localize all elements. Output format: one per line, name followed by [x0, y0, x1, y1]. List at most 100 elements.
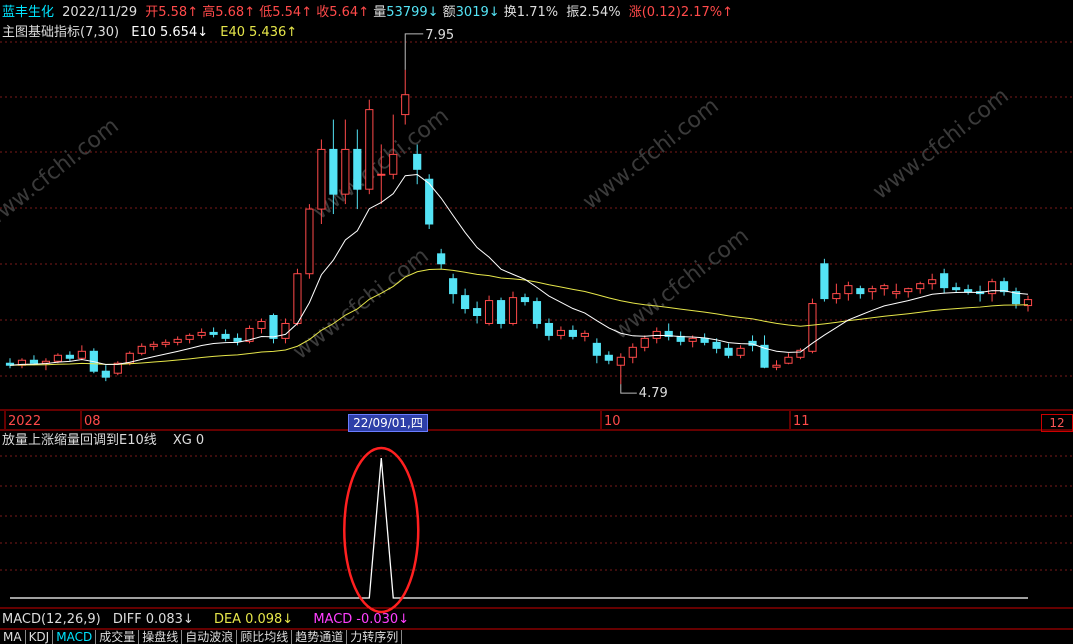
candle-body — [413, 153, 422, 170]
candle-body — [496, 300, 506, 324]
candle-body — [688, 337, 697, 342]
xg-signal-line — [10, 457, 1028, 599]
candle-body — [856, 288, 865, 295]
signal-highlight-circle — [343, 446, 420, 614]
tab-成交量[interactable]: 成交量 — [96, 630, 140, 644]
candle-body — [257, 320, 266, 329]
candle-body — [341, 148, 350, 195]
tab-力转序列[interactable]: 力转序列 — [347, 630, 403, 644]
candle-body — [580, 332, 589, 337]
candle-body — [544, 322, 554, 336]
candle-body — [53, 354, 62, 362]
candle-body — [952, 287, 961, 291]
candle-body — [940, 273, 949, 289]
main-chart[interactable]: www.cfchi.com www.cfchi.com www.cfchi.com w… — [0, 0, 1073, 644]
candle-body — [149, 343, 158, 347]
candle-body — [700, 337, 709, 343]
candle-body — [784, 356, 793, 364]
candle-body — [101, 370, 110, 378]
candle-body — [484, 300, 494, 324]
candle-body — [736, 347, 745, 356]
candle-body — [293, 273, 302, 324]
macd-readout: MACD -0.030↓ — [313, 612, 410, 627]
axis-label: 11 — [793, 414, 810, 429]
candle-body — [472, 308, 482, 317]
low-marker-label: 4.79 — [639, 386, 668, 401]
candle-body — [77, 350, 86, 359]
candle-body — [233, 337, 242, 342]
candle-body — [616, 356, 625, 366]
candle-body — [305, 208, 314, 275]
candle-body — [532, 301, 542, 324]
tab-顾比均线[interactable]: 顾比均线 — [237, 630, 293, 644]
candle-body — [281, 322, 290, 339]
candle-body — [568, 329, 577, 337]
price-markers: 7.95 4.79 — [404, 28, 668, 401]
candle-body — [724, 347, 733, 356]
axis-label: 10 — [604, 414, 621, 429]
candle-body — [796, 349, 805, 358]
watermark-text: www.cfchi.com — [608, 223, 753, 344]
candle-body — [449, 278, 458, 295]
candle-body — [65, 354, 74, 359]
candle-body — [892, 291, 901, 295]
candle-body — [365, 109, 374, 190]
tab-趋势通道[interactable]: 趋势通道 — [292, 630, 348, 644]
tab-ma[interactable]: MA — [0, 630, 26, 644]
watermark-text: www.cfchi.com — [868, 83, 1013, 204]
candle-body — [604, 354, 613, 361]
candle-body — [880, 285, 889, 290]
candle-body — [197, 331, 206, 336]
axis-right-badge: 12 — [1041, 414, 1073, 432]
watermark-text: www.cfchi.com — [578, 93, 723, 214]
tab-macd[interactable]: MACD — [53, 630, 97, 644]
candle-body — [916, 283, 925, 290]
candle-body — [592, 342, 601, 356]
xg-legend: 放量上涨缩量回调到E10线 XG 0 — [2, 432, 204, 450]
candle-body — [353, 148, 362, 190]
candle-body — [401, 94, 410, 116]
dea-readout: DEA 0.098↓ — [213, 612, 294, 627]
candle-body — [185, 334, 194, 340]
candle-body — [209, 331, 218, 335]
candle-body — [389, 153, 398, 175]
axis-label: 08 — [84, 414, 101, 429]
diff-readout: DIFF 0.083↓ — [112, 612, 194, 627]
candle-body — [461, 295, 470, 310]
low-marker-line — [620, 384, 637, 394]
macd-legend: MACD(12,26,9) DIFF 0.083↓ DEA 0.098↓ MACD -… — [2, 612, 425, 628]
candle-body — [904, 288, 913, 293]
xg-readout: XG 0 — [172, 433, 205, 448]
candle-body — [556, 329, 566, 336]
candlestick-series — [5, 69, 1033, 385]
candle-body — [329, 148, 338, 195]
xg-title[interactable]: 放量上涨缩量回调到E10线 — [2, 433, 157, 448]
candle-body — [832, 293, 841, 300]
candle-body — [317, 148, 326, 210]
watermark-text: www.cfchi.com — [0, 113, 124, 234]
macd-name[interactable]: MACD(12,26,9) — [2, 612, 101, 627]
indicator-tabs: MA KDJ MACD 成交量 操盘线 自动波浪 顾比均线 趋势通道 力转序列 — [0, 630, 403, 644]
high-marker-line — [404, 33, 424, 70]
candle-body — [137, 345, 146, 354]
candle-body — [377, 173, 386, 176]
cursor-date-badge: 22/09/01,四 — [348, 414, 428, 432]
candle-body — [808, 303, 817, 352]
candle-body — [772, 364, 781, 368]
candle-body — [844, 285, 853, 295]
candle-body — [437, 253, 446, 265]
axis-label: 2022 — [8, 414, 41, 429]
candle-body — [928, 279, 937, 285]
tab-自动波浪[interactable]: 自动波浪 — [182, 630, 238, 644]
candle-body — [820, 263, 829, 300]
candle-body — [29, 359, 39, 364]
xg-panel — [10, 446, 1028, 614]
candle-body — [628, 346, 637, 358]
candle-body — [987, 281, 997, 295]
tab-kdj[interactable]: KDJ — [26, 630, 54, 644]
candle-body — [964, 289, 973, 293]
tab-操盘线[interactable]: 操盘线 — [139, 630, 183, 644]
candle-body — [712, 341, 721, 349]
candle-body — [221, 333, 230, 339]
candle-body — [999, 281, 1009, 293]
